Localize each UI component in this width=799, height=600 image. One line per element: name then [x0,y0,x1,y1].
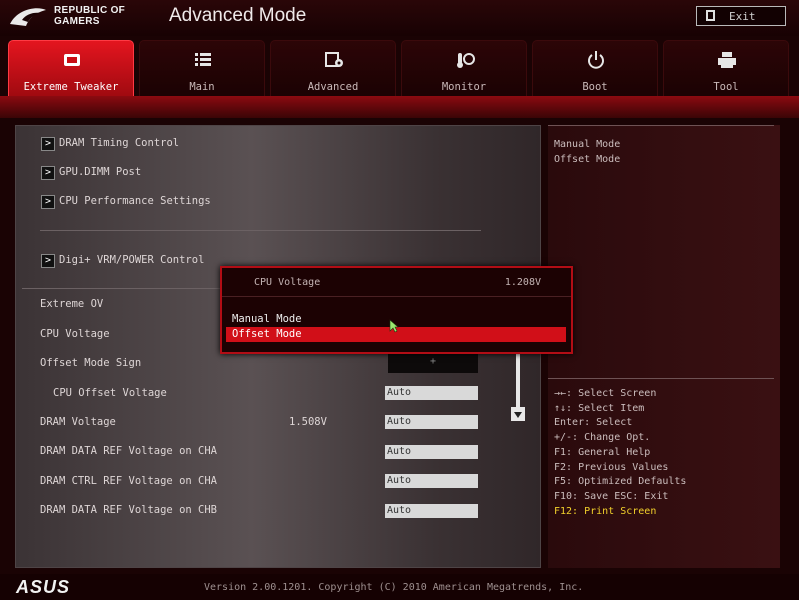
help-divider [548,125,774,126]
rog-eye-logo-icon [10,8,46,26]
tab-tool[interactable]: Tool [663,40,789,96]
tab-extreme-tweaker[interactable]: Extreme Tweaker [8,40,134,96]
mode-title: Advanced Mode [169,5,307,26]
version-text: Version 2.00.1201. Copyright (C) 2010 Am… [204,582,584,593]
setting-dram-ctrl-ref-cha[interactable]: DRAM CTRL REF Voltage on CHA [40,475,217,487]
popup-value: 1.208V [504,277,541,288]
exit-label: Exit [729,10,756,23]
submenu-dram-timing-control[interactable]: DRAM Timing Control [59,137,179,149]
exit-door-icon [706,10,715,21]
tab-underline-band [0,96,799,118]
dram-data-ref-cha-value[interactable]: Auto [385,445,478,459]
submenu-arrow-icon: > [41,195,55,209]
submenu-gpu-dimm-post[interactable]: GPU.DIMM Post [59,166,141,178]
setting-cpu-offset-voltage[interactable]: CPU Offset Voltage [53,387,167,399]
section-divider [22,288,220,289]
tab-label: Monitor [441,81,487,93]
help-option: Offset Mode [554,154,621,165]
popup-title: CPU Voltage [254,277,321,288]
scroll-down-button[interactable] [511,407,525,421]
tab-label: Boot [582,81,608,93]
exit-button[interactable]: Exit [696,6,786,26]
key-hint: F5: Optimized Defaults [554,476,687,488]
popup-option-manual-mode[interactable]: Manual Mode [232,313,302,325]
setting-dram-data-ref-chb[interactable]: DRAM DATA REF Voltage on CHB [40,504,217,516]
setting-dram-voltage[interactable]: DRAM Voltage [40,416,116,428]
key-hint: ↑↓: Select Item [554,402,645,414]
tab-boot[interactable]: Boot [532,40,658,96]
tab-label: Extreme Tweaker [23,81,119,93]
brand-line-2: GAMERS [54,16,100,27]
tab-label: Main [189,81,215,93]
popup-divider [222,296,571,297]
key-hint: +/-: Change Opt. [554,432,651,444]
help-panel: Manual Mode Offset Mode →←: Select Scree… [548,125,780,568]
mouse-cursor-icon [389,319,399,333]
setting-dram-data-ref-cha[interactable]: DRAM DATA REF Voltage on CHA [40,445,217,457]
key-hint: →←: Select Screen [554,388,657,399]
tab-advanced[interactable]: Advanced [270,40,396,96]
help-option: Manual Mode [554,139,621,150]
dram-data-ref-chb-value[interactable]: Auto [385,504,478,518]
key-hint: F2: Previous Values [554,461,669,473]
setting-extreme-ov[interactable]: Extreme OV [40,298,103,310]
rog-eye-icon [64,54,80,66]
cpu-offset-voltage-value[interactable]: Auto [385,386,478,400]
tab-main[interactable]: Main [139,40,265,96]
asus-logo: ASUS [16,577,71,597]
brand-line-1: REPUBLIC OF [54,5,126,16]
offset-mode-sign-value[interactable]: + [388,351,478,373]
section-divider [40,230,481,231]
brand-text: REPUBLIC OF GAMERS [54,5,125,27]
submenu-arrow-icon: > [41,137,55,151]
rog-logo: REPUBLIC OF GAMERS [8,4,148,32]
key-hint: Enter: Select [554,417,633,429]
advanced-settings-icon [325,52,343,67]
submenu-cpu-performance-settings[interactable]: CPU Performance Settings [59,195,211,207]
printer-tool-icon [718,52,736,68]
setting-offset-mode-sign[interactable]: Offset Mode Sign [40,357,141,369]
power-icon [588,51,604,69]
key-legend: →←: Select Screen ↑↓: Select Item Enter:… [554,387,686,519]
key-hint-print-screen: F12: Print Screen [554,505,657,517]
dram-voltage-value[interactable]: Auto [385,415,478,429]
cpu-voltage-popup: CPU Voltage 1.208V Manual Mode Offset Mo… [220,266,573,354]
list-icon [195,53,211,66]
key-hint: F10: Save ESC: Exit [554,490,669,502]
dram-voltage-reading: 1.508V [289,416,327,428]
tab-label: Tool [713,81,739,93]
help-option-list: Manual Mode Offset Mode [554,137,620,167]
submenu-arrow-icon: > [41,166,55,180]
tab-monitor[interactable]: Monitor [401,40,527,96]
thermometer-fan-icon [457,53,475,68]
help-divider [548,378,774,379]
triangle-down-icon [514,412,522,418]
dram-ctrl-ref-cha-value[interactable]: Auto [385,474,478,488]
setting-cpu-voltage[interactable]: CPU Voltage [40,328,110,340]
submenu-digi-vrm-power-control[interactable]: Digi+ VRM/POWER Control [59,254,204,266]
tab-bar: Extreme Tweaker Main Advanced Monitor Bo… [8,40,793,96]
submenu-arrow-icon: > [41,254,55,268]
key-hint: F1: General Help [554,446,651,458]
tab-label: Advanced [307,81,359,93]
